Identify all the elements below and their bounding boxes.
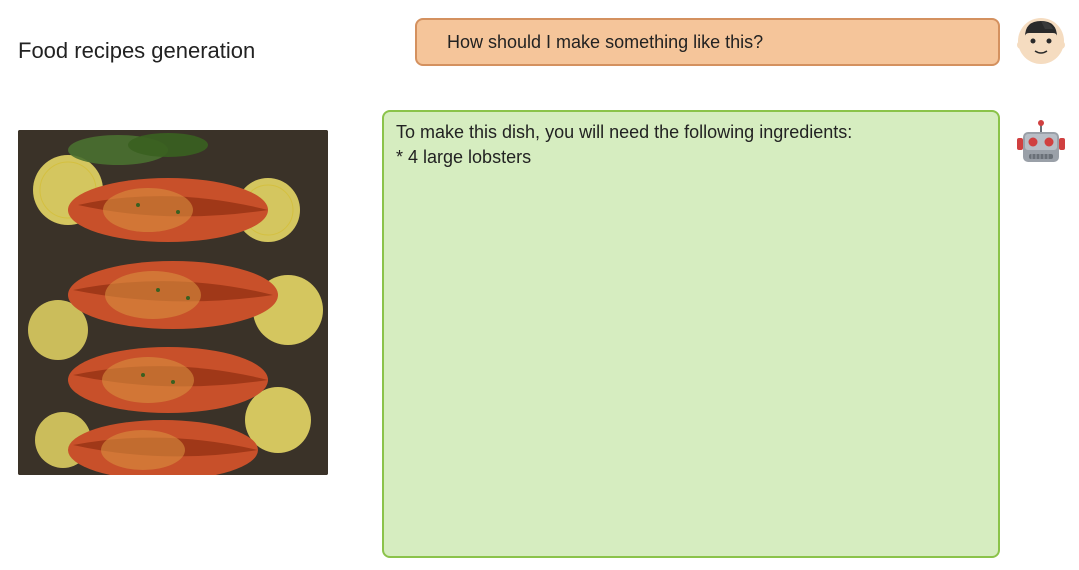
bot-message-text: To make this dish, you will need the fol…: [396, 120, 986, 170]
user-message-text: How should I make something like this?: [447, 32, 763, 53]
user-avatar-icon: [1015, 15, 1067, 67]
bot-avatar-icon: [1015, 118, 1067, 170]
page-title: Food recipes generation: [18, 38, 255, 64]
food-reference-image: [18, 130, 328, 475]
user-message-bubble: How should I make something like this?: [415, 18, 1000, 66]
bot-message-bubble: To make this dish, you will need the fol…: [382, 110, 1000, 558]
